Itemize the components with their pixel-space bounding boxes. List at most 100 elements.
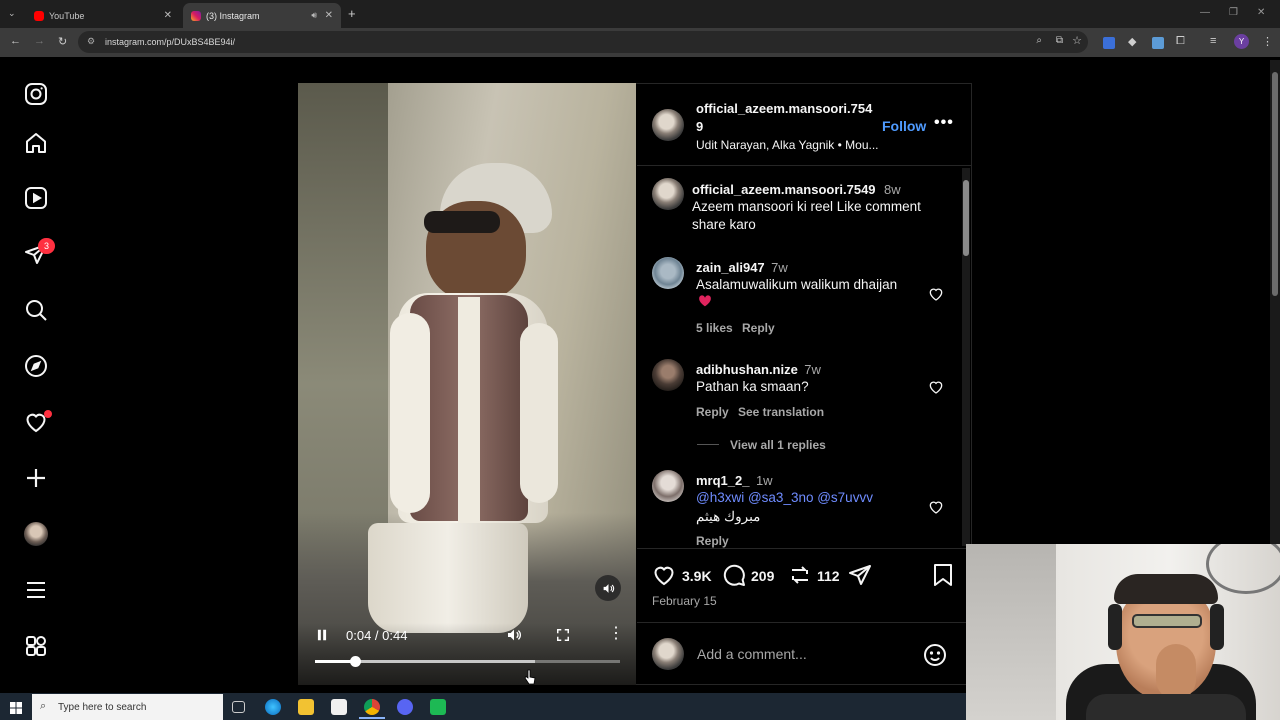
close-icon[interactable]: ✕ [325,10,333,21]
comment-avatar[interactable] [652,470,684,502]
repost-count[interactable]: 112 [817,568,840,584]
speaker-icon[interactable]: 🔊︎ [311,10,317,21]
comment-like-heart-icon[interactable] [928,379,944,395]
reading-list-icon[interactable]: ≡ [1210,35,1216,47]
reload-icon[interactable]: ↻ [58,35,67,48]
tab-instagram[interactable]: (3) Instagram 🔊︎ ✕ [183,3,341,28]
also-from-meta-icon[interactable] [22,632,50,660]
edge-icon[interactable] [265,699,281,715]
zoom-icon[interactable]: ⌕ [1036,35,1042,46]
comment-age: 7w [771,260,788,275]
follow-button[interactable]: Follow [882,118,926,134]
webcam-headset-stand [1206,544,1280,594]
caption-username[interactable]: official_azeem.mansoori.7549 [692,182,876,197]
post-audio-credit[interactable]: Udit Narayan, Alka Yagnik • Mou... [696,138,879,152]
taskbar-search-box[interactable]: ⌕ Type here to search [32,694,223,720]
current-user-avatar [652,638,684,670]
comment-likes[interactable]: 5 likes [696,321,733,335]
search-icon[interactable] [22,296,50,324]
comment-reply-button[interactable]: Reply [742,321,775,335]
volume-button[interactable] [506,627,524,643]
repost-button[interactable] [788,563,812,587]
comment-mentions[interactable]: @h3xwi @sa3_3no @s7uvvv [696,489,873,507]
extension-icon[interactable]: ◆ [1128,35,1136,48]
comment-like-heart-icon[interactable] [928,499,944,515]
post-author-username-cont[interactable]: 9 [696,119,703,134]
like-count[interactable]: 3.9K [682,568,712,584]
video-options-icon[interactable]: ⋮ [608,626,624,642]
page-scrollbar-thumb[interactable] [1272,72,1278,296]
like-button[interactable] [652,563,676,587]
windows-start-icon[interactable] [10,701,22,719]
comment-username[interactable]: zain_ali947 [696,260,765,275]
share-button[interactable] [848,563,872,587]
comment-reply-button[interactable]: Reply [696,405,729,419]
store-icon[interactable] [331,699,347,715]
instagram-logo-icon[interactable] [22,80,50,108]
file-explorer-icon[interactable] [298,699,314,715]
video-arm-right [520,323,558,503]
task-view-icon[interactable] [232,701,245,713]
menu-kebab-icon[interactable]: ⋮ [1262,35,1273,48]
reel-video[interactable]: 0:04 / 0:44 ⋮ [298,83,636,685]
post-author-avatar[interactable] [652,109,684,141]
tab-search-icon[interactable]: ⌄ [8,8,16,19]
forward-icon[interactable]: → [34,35,45,47]
mute-toggle-button[interactable] [595,575,621,601]
address-bar[interactable]: ⚙ instagram.com/p/DUxBS4BE94i/ ⌕ ⧉ ☆ [78,31,1088,53]
browser-toolbar: ← → ↻ ⚙ instagram.com/p/DUxBS4BE94i/ ⌕ ⧉… [0,28,1280,57]
bookmark-star-icon[interactable]: ☆ [1072,34,1082,47]
profile-avatar[interactable] [22,520,50,548]
more-menu-icon[interactable] [22,576,50,604]
window-close-icon[interactable]: ✕ [1257,7,1265,18]
search-icon: ⌕ [40,700,47,712]
translate-extension-icon[interactable] [1103,37,1115,49]
emoji-picker-button[interactable] [923,643,947,667]
comment-button[interactable] [722,563,746,587]
site-info-icon[interactable]: ⚙ [87,36,95,47]
post-author-username[interactable]: official_azeem.mansoori.754 [696,101,872,116]
video-scrubber-handle[interactable] [349,656,361,667]
comment-like-heart-icon[interactable] [928,286,944,302]
back-icon[interactable]: ← [10,35,21,47]
comments-scrollbar-thumb[interactable] [963,180,969,256]
image-extension-icon[interactable] [1152,37,1164,49]
pause-button[interactable] [315,628,329,642]
more-options-icon[interactable]: ••• [934,114,954,132]
comment-age: 7w [804,362,821,377]
webcam-hair [1114,574,1218,604]
profile-avatar[interactable]: Y [1234,34,1249,49]
reels-icon[interactable] [22,184,50,212]
see-translation-button[interactable]: See translation [738,405,824,419]
minimize-icon[interactable]: — [1200,7,1210,18]
tab-youtube[interactable]: YouTube ✕ [26,3,180,28]
explore-compass-icon[interactable] [22,352,50,380]
comment-count[interactable]: 209 [751,568,774,584]
comment-avatar[interactable] [652,359,684,391]
fullscreen-button[interactable] [556,628,571,643]
cast-icon[interactable]: ⧉ [1056,35,1063,46]
maximize-icon[interactable]: ❐ [1229,7,1238,18]
add-comment-input[interactable]: Add a comment... [697,646,807,662]
video-pants [368,523,528,633]
app-icon[interactable] [430,699,446,715]
home-icon[interactable] [22,129,50,157]
comment-username[interactable]: adibhushan.nize [696,362,798,377]
webcam-shirt [1086,694,1246,720]
new-tab-button[interactable]: + [348,6,356,21]
puzzle-icon[interactable]: ⧠ [1176,35,1185,48]
caption-author-avatar[interactable] [652,178,684,210]
discord-icon[interactable] [397,699,413,715]
webcam-wall-left [966,544,1056,720]
video-progress-track[interactable] [315,656,620,667]
chrome-icon[interactable] [364,699,380,715]
comment-reply-button[interactable]: Reply [696,534,729,548]
comment-avatar[interactable] [652,257,684,289]
view-replies-button[interactable]: View all 1 replies [730,438,826,452]
comment-username[interactable]: mrq1_2_ [696,473,749,488]
comment-age: 1w [755,473,773,488]
close-icon[interactable]: ✕ [164,10,172,21]
create-plus-icon[interactable] [22,464,50,492]
save-button[interactable] [932,563,954,587]
caption-text-line1: Azeem mansoori ki reel Like comment [692,199,921,214]
